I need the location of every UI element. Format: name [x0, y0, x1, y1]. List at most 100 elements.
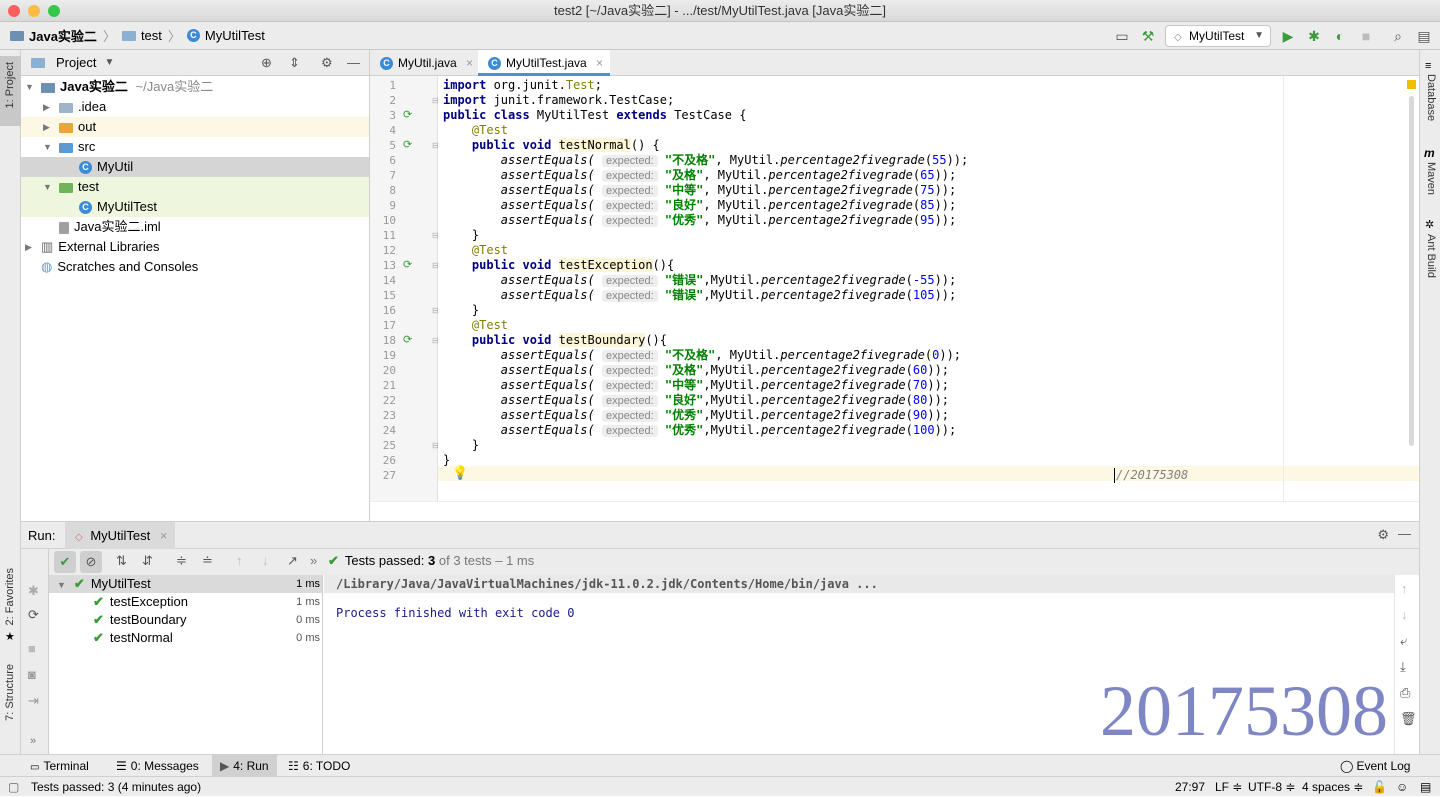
- tab-maven[interactable]: Maven: [1425, 162, 1437, 195]
- close-icon[interactable]: ×: [466, 56, 473, 70]
- close-icon[interactable]: ×: [160, 528, 168, 543]
- build-hammer-icon[interactable]: ⚒: [1138, 26, 1158, 46]
- tree-item-idea[interactable]: ▶ .idea: [21, 97, 369, 117]
- run-test-gutter-icon[interactable]: ⟳: [403, 258, 412, 271]
- tree-item-myutiltest[interactable]: C MyUtilTest: [21, 197, 369, 217]
- run-icon[interactable]: ▶: [1278, 26, 1298, 46]
- run-test-gutter-icon[interactable]: ⟳: [403, 108, 412, 121]
- tab-myutiltest-java[interactable]: C MyUtilTest.java ×: [478, 50, 610, 76]
- inspection-indicator[interactable]: [1407, 80, 1416, 89]
- tree-item-iml[interactable]: Java实验二.iml: [21, 217, 369, 237]
- arrow-up-icon[interactable]: ↑: [236, 553, 243, 568]
- soft-wrap-icon[interactable]: ⤶: [1400, 633, 1407, 649]
- indent-setting[interactable]: 4 spaces ≑: [1302, 777, 1363, 797]
- run-config-tab-label: MyUtilTest: [90, 528, 151, 543]
- toggle-tool-windows-icon[interactable]: ▢: [8, 777, 19, 797]
- collapse-icon[interactable]: ⇕: [289, 55, 300, 71]
- trash-icon[interactable]: 🗑: [1400, 711, 1417, 727]
- close-window-button[interactable]: [8, 5, 20, 17]
- lock-icon[interactable]: 🔓: [1372, 777, 1387, 797]
- line-separator[interactable]: LF ≑: [1215, 777, 1242, 797]
- test-row-root[interactable]: ▼ ✔ MyUtilTest 1 ms: [49, 575, 322, 593]
- camera-icon[interactable]: ◙: [28, 667, 36, 682]
- expand-all-icon[interactable]: ≑: [176, 553, 187, 569]
- stop-icon[interactable]: ■: [1356, 26, 1376, 46]
- tab-favorites[interactable]: 2: Favorites: [4, 568, 16, 625]
- breadcrumb-file[interactable]: MyUtilTest: [205, 28, 265, 43]
- line-number: 25: [382, 439, 396, 452]
- tab-database[interactable]: Database: [1425, 74, 1437, 121]
- project-panel-header: Project ▼ ⊕ ⇕ ⚙ —: [21, 50, 369, 76]
- show-ignored-icon[interactable]: ⊘: [80, 551, 102, 573]
- tab-todo[interactable]: ☷ 6: TODO: [288, 755, 350, 777]
- more-icon[interactable]: »: [310, 553, 317, 568]
- test-results-tree: ▼ ✔ MyUtilTest 1 ms ✔ testException 1 ms ✔ tes…: [49, 575, 323, 754]
- run-config-select[interactable]: ◇ MyUtilTest ▼: [1165, 25, 1271, 47]
- test-row[interactable]: ✔ testBoundary 0 ms: [49, 611, 322, 629]
- breadcrumb-project[interactable]: Java实验二: [29, 26, 97, 45]
- run-config-tab[interactable]: ◇ MyUtilTest ×: [65, 522, 175, 549]
- sort-alpha-icon[interactable]: ⇅: [116, 553, 127, 569]
- close-icon[interactable]: ×: [596, 56, 603, 70]
- tree-item-myutil[interactable]: C MyUtil: [21, 157, 369, 177]
- caret-position[interactable]: 27:97: [1175, 777, 1205, 797]
- file-encoding[interactable]: UTF-8 ≑: [1248, 777, 1295, 797]
- tab-terminal[interactable]: ▭ Terminal: [30, 755, 89, 777]
- breadcrumb-folder[interactable]: test: [141, 28, 162, 43]
- gear-icon[interactable]: ⚙: [321, 55, 333, 71]
- run-test-gutter-icon[interactable]: ⟳: [403, 333, 412, 346]
- show-passed-icon[interactable]: ✔: [54, 551, 76, 573]
- layout-icon[interactable]: ▭: [1112, 26, 1132, 46]
- code-line: @Test: [471, 318, 509, 332]
- scroll-to-end-icon[interactable]: ⤓: [1400, 659, 1406, 675]
- tree-item-scratches[interactable]: ◍ Scratches and Consoles: [21, 257, 369, 277]
- tree-item-external-libraries[interactable]: ▶ ▥ External Libraries: [21, 237, 369, 257]
- tree-item-test[interactable]: ▼ test: [21, 177, 369, 197]
- maximize-window-button[interactable]: [48, 5, 60, 17]
- window-title: test2 [~/Java实验二] - .../test/MyUtilTest.…: [554, 3, 886, 18]
- run-test-gutter-icon[interactable]: ⟳: [403, 138, 412, 151]
- tree-item-out[interactable]: ▶ out: [21, 117, 369, 137]
- tab-run[interactable]: ▶ 4: Run: [212, 755, 277, 777]
- tab-messages[interactable]: ☰ 0: Messages: [116, 755, 199, 777]
- debug-icon[interactable]: ✱: [1304, 26, 1324, 46]
- coverage-icon[interactable]: ◐: [1330, 26, 1350, 46]
- event-log-button[interactable]: ◯ Event Log: [1340, 755, 1410, 777]
- project-view-select[interactable]: Project: [56, 55, 96, 70]
- sort-duration-icon[interactable]: ⇵: [142, 553, 153, 569]
- test-row[interactable]: ✔ testNormal 0 ms: [49, 629, 322, 647]
- print-icon[interactable]: ⎙: [1400, 685, 1410, 701]
- more-icon[interactable]: »: [30, 735, 36, 747]
- minimize-window-button[interactable]: [28, 5, 40, 17]
- search-icon[interactable]: ⌕: [1388, 26, 1408, 46]
- tree-item-src[interactable]: ▼ src: [21, 137, 369, 157]
- inspector-icon[interactable]: ☺: [1396, 777, 1408, 797]
- tab-myutil-java[interactable]: C MyUtil.java ×: [370, 50, 478, 76]
- stop-icon[interactable]: ■: [28, 641, 36, 656]
- chevron-down-icon[interactable]: ▼: [104, 57, 114, 68]
- test-row[interactable]: ✔ testException 1 ms: [49, 593, 322, 611]
- lightbulb-icon[interactable]: 💡: [452, 465, 468, 481]
- debug-icon[interactable]: ✱: [28, 583, 39, 599]
- gear-icon[interactable]: ⚙: [1377, 527, 1389, 543]
- exit-icon[interactable]: ⇥: [28, 693, 39, 709]
- scrollbar[interactable]: [1409, 96, 1414, 446]
- rerun-failed-icon[interactable]: ⟳: [28, 607, 39, 623]
- export-icon[interactable]: ↗: [287, 553, 298, 569]
- hide-icon[interactable]: —: [347, 55, 360, 70]
- arrow-down-icon[interactable]: ↓: [262, 553, 269, 568]
- tree-root[interactable]: ▼ Java实验二 ~/Java实验二: [21, 77, 369, 97]
- arrow-down-icon[interactable]: ↓: [1401, 607, 1408, 622]
- memory-icon[interactable]: ▤: [1420, 777, 1431, 797]
- console-output[interactable]: /Library/Java/JavaVirtualMachines/jdk-11…: [324, 575, 1394, 754]
- project-structure-icon[interactable]: ▤: [1414, 26, 1434, 46]
- code-editor[interactable]: import org.junit.Test; import junit.fram…: [438, 76, 1419, 501]
- tab-structure[interactable]: 7: Structure: [4, 664, 16, 721]
- collapse-all-icon[interactable]: ≐: [202, 553, 213, 569]
- arrow-up-icon[interactable]: ↑: [1401, 581, 1408, 596]
- tab-ant-build[interactable]: Ant Build: [1425, 234, 1437, 278]
- tab-project-tool[interactable]: 1: Project: [0, 56, 21, 126]
- tree-item-label: src: [78, 139, 96, 154]
- hide-icon[interactable]: —: [1398, 526, 1411, 541]
- locate-icon[interactable]: ⊕: [261, 55, 272, 71]
